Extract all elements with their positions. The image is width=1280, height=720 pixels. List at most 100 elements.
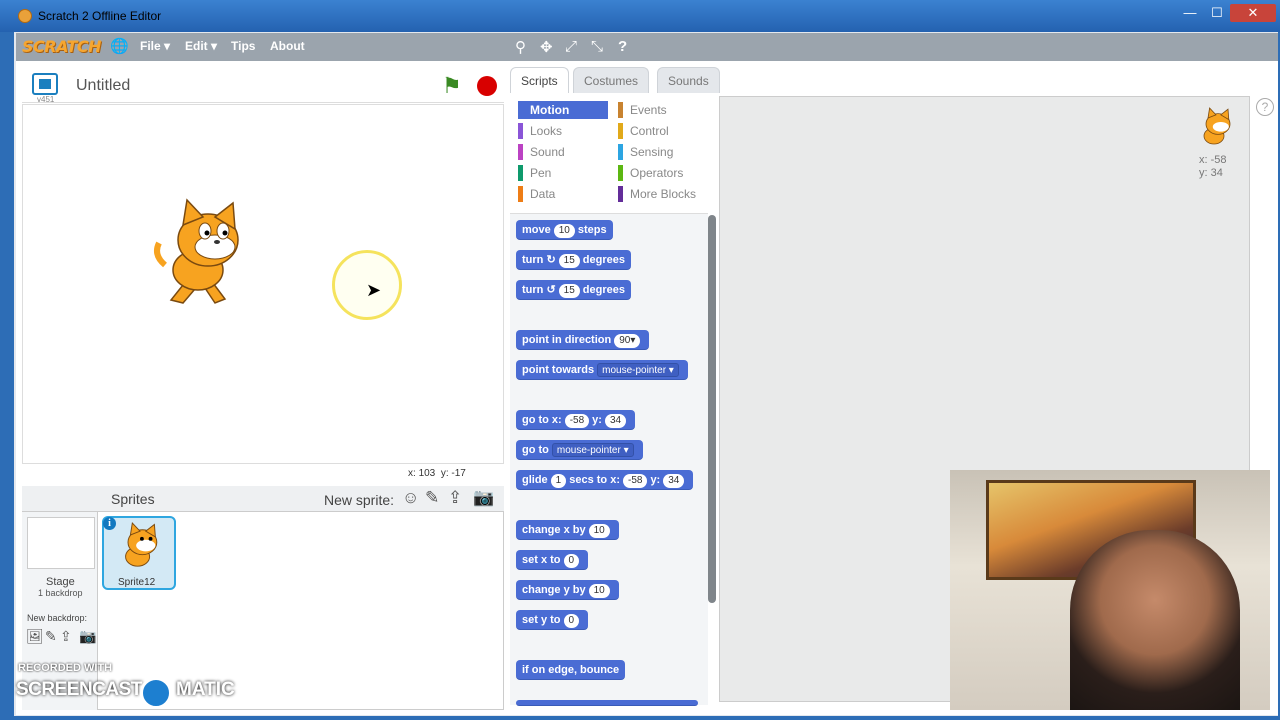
tab-sounds[interactable]: Sounds xyxy=(657,67,720,93)
category-sound-label: Sound xyxy=(530,145,565,159)
shrink-tool-icon[interactable]: ⤡ xyxy=(591,38,603,55)
sprite-x-readout: x: -58 xyxy=(1199,154,1227,166)
block-point-in-direction[interactable]: point in direction 90▾ xyxy=(516,330,650,350)
block-input[interactable]: 10 xyxy=(588,524,610,538)
category-data[interactable]: Data xyxy=(518,185,555,203)
block-input[interactable]: 10 xyxy=(553,224,575,238)
block-input[interactable]: 15 xyxy=(558,284,580,298)
block-set-x[interactable]: set x to 0 xyxy=(516,550,589,570)
version-label: v451 xyxy=(37,95,55,104)
help-tool-icon[interactable]: ? xyxy=(618,38,627,55)
cat-sprite-icon[interactable] xyxy=(153,195,253,305)
block-input[interactable]: 15 xyxy=(558,254,580,268)
help-icon[interactable]: ? xyxy=(1256,98,1274,116)
category-pen[interactable]: Pen xyxy=(518,164,551,182)
sprite-info-icon[interactable]: i xyxy=(103,517,116,530)
block-move-steps[interactable]: move 10 steps xyxy=(516,220,613,240)
block-input[interactable]: 10 xyxy=(588,584,610,598)
sprite-name: Sprite12 xyxy=(118,577,156,588)
grow-tool-icon[interactable]: ⤢ xyxy=(565,38,577,55)
block-set-y[interactable]: set y to 0 xyxy=(516,610,589,630)
block-input[interactable]: 0 xyxy=(563,554,580,568)
stage-canvas[interactable] xyxy=(22,104,504,464)
upload-backdrop-icon[interactable]: ⇪ xyxy=(60,628,72,645)
category-looks[interactable]: Looks xyxy=(518,122,562,140)
sprite-y-readout: y: 34 xyxy=(1199,167,1223,179)
category-list: Motion Looks Sound Pen Data Events Contr… xyxy=(510,93,716,209)
current-sprite-icon xyxy=(1203,107,1231,145)
menu-file[interactable]: File ▾ xyxy=(140,39,170,53)
category-sensing-label: Sensing xyxy=(630,145,674,159)
category-control-label: Control xyxy=(630,124,669,138)
block-turn-left[interactable]: turn ↺ 15 degrees xyxy=(516,280,631,300)
backdrop-library-icon[interactable]: 🖼 xyxy=(26,628,44,645)
camera-sprite-icon[interactable]: 📷 xyxy=(473,488,494,508)
fullscreen-icon[interactable] xyxy=(32,73,58,95)
window-titlebar: Scratch 2 Offline Editor — ☐ ✕ xyxy=(0,0,1280,32)
delete-tool-icon[interactable]: ✥ xyxy=(540,38,553,56)
block-input[interactable]: 0 xyxy=(563,614,580,628)
new-backdrop-label: New backdrop: xyxy=(27,613,88,623)
tab-scripts[interactable]: Scripts xyxy=(510,67,569,93)
language-globe-icon[interactable]: 🌐 xyxy=(110,37,129,55)
turn-right-icon: ↻ xyxy=(546,254,556,266)
block-dropdown[interactable]: mouse-pointer ▾ xyxy=(597,363,679,377)
block-change-y[interactable]: change y by 10 xyxy=(516,580,619,600)
block-go-to[interactable]: go to mouse-pointer ▾ xyxy=(516,440,643,460)
stop-sign-icon[interactable] xyxy=(477,76,497,96)
mouse-cursor-icon: ➤ xyxy=(366,280,382,300)
mouse-coordinates: x: 103 y: -17 xyxy=(408,468,466,479)
category-events[interactable]: Events xyxy=(618,101,667,119)
category-operators[interactable]: Operators xyxy=(618,164,683,182)
block-input[interactable]: 34 xyxy=(604,414,627,428)
category-control[interactable]: Control xyxy=(618,122,669,140)
mouse-y-label: y: xyxy=(440,468,449,479)
project-title[interactable]: Untitled xyxy=(76,77,130,95)
category-pen-label: Pen xyxy=(530,166,552,180)
block-input[interactable]: 1 xyxy=(550,474,567,488)
block-glide[interactable]: glide 1 secs to x: -58 y: 34 xyxy=(516,470,694,490)
turn-left-icon: ↺ xyxy=(546,284,556,296)
green-flag-icon[interactable]: ⚑ xyxy=(442,73,462,99)
block-dropdown[interactable]: mouse-pointer ▾ xyxy=(551,443,634,457)
palette-scrollbar[interactable] xyxy=(708,215,716,603)
menu-about[interactable]: About xyxy=(270,39,305,53)
sprite-thumbnail-icon xyxy=(125,521,158,567)
paint-backdrop-icon[interactable]: ✎ xyxy=(45,628,57,645)
category-sound[interactable]: Sound xyxy=(518,143,565,161)
sprites-label: Sprites xyxy=(111,491,155,507)
category-motion-label: Motion xyxy=(530,103,570,117)
block-partial[interactable] xyxy=(516,700,698,706)
block-input[interactable]: -58 xyxy=(564,414,590,428)
stage-thumbnail[interactable] xyxy=(27,517,95,569)
watermark-brand: SCREENCAST xyxy=(16,679,142,700)
camera-backdrop-icon[interactable]: 📷 xyxy=(79,628,96,645)
block-input[interactable]: 34 xyxy=(663,474,685,488)
new-sprite-label: New sprite: xyxy=(324,492,395,508)
maximize-button[interactable]: ☐ xyxy=(1203,4,1231,22)
block-input[interactable]: -58 xyxy=(622,474,648,488)
category-more-blocks[interactable]: More Blocks xyxy=(618,185,696,203)
stage-label: Stage xyxy=(46,576,75,588)
category-motion[interactable]: Motion xyxy=(518,101,608,119)
category-looks-label: Looks xyxy=(530,124,563,138)
minimize-button[interactable]: — xyxy=(1176,4,1204,22)
menu-tips[interactable]: Tips xyxy=(231,39,255,53)
block-go-to-xy[interactable]: go to x: -58 y: 34 xyxy=(516,410,636,430)
block-point-towards[interactable]: point towards mouse-pointer ▾ xyxy=(516,360,688,380)
block-input[interactable]: 90▾ xyxy=(614,334,641,348)
menu-edit[interactable]: Edit ▾ xyxy=(185,39,217,53)
duplicate-tool-icon[interactable]: ⚲ xyxy=(515,38,526,56)
block-turn-right[interactable]: turn ↻ 15 degrees xyxy=(516,250,631,270)
close-button[interactable]: ✕ xyxy=(1230,4,1276,22)
block-bounce[interactable]: if on edge, bounce xyxy=(516,660,626,680)
block-change-x[interactable]: change x by 10 xyxy=(516,520,619,540)
mouse-y-value: -17 xyxy=(451,468,466,479)
upload-sprite-icon[interactable]: ⇪ xyxy=(448,488,462,508)
paint-sprite-icon[interactable]: ✎ xyxy=(425,488,439,508)
watermark-recorded: RECORDED WITH xyxy=(18,662,113,674)
category-sensing[interactable]: Sensing xyxy=(618,143,673,161)
tab-costumes[interactable]: Costumes xyxy=(573,67,650,93)
sprite-library-icon[interactable]: ☺ xyxy=(402,488,419,508)
scratch-logo[interactable]: SCRATCH xyxy=(22,37,101,56)
